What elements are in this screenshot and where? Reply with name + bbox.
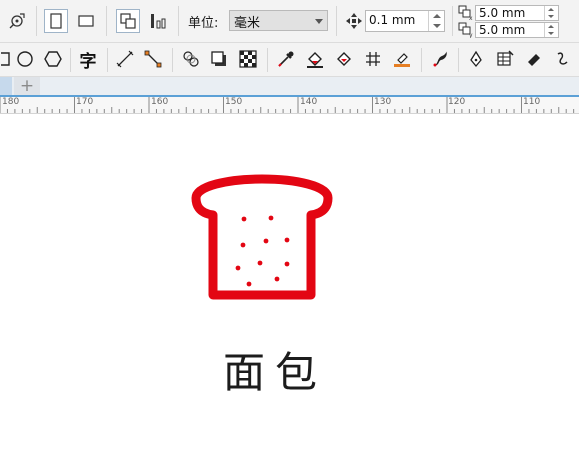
duplicate-x-input[interactable]: 5.0 mm — [475, 5, 559, 21]
polygon-tool-icon[interactable] — [42, 48, 64, 70]
eyedropper-tool-icon[interactable] — [275, 48, 297, 70]
nudge-icon — [344, 11, 364, 31]
drop-shadow-tool-icon[interactable] — [208, 48, 230, 70]
eraser-tool-icon[interactable] — [523, 48, 545, 70]
property-bar: 单位: 毫米 0.1 mm x 5.0 mm y 5.0 mm — [0, 0, 579, 43]
horizontal-ruler: 180 170 160 150 140 130 120 110 — [0, 97, 579, 114]
freehand-tool-icon[interactable] — [552, 48, 574, 70]
text-tool-icon[interactable]: 字 — [76, 48, 100, 72]
duplicate-x-value: 5.0 mm — [479, 6, 526, 20]
dimension-tool-icon[interactable] — [114, 48, 136, 70]
nudge-distance-input[interactable]: 0.1 mm — [365, 10, 445, 32]
unit-select-value: 毫米 — [234, 16, 261, 31]
ellipse-tool-icon[interactable] — [14, 48, 36, 70]
artistic-media-tool-icon[interactable] — [429, 48, 451, 70]
all-pages-button[interactable] — [116, 9, 140, 33]
blend-tool-icon[interactable] — [180, 48, 202, 70]
document-tab[interactable] — [0, 77, 12, 95]
duplicate-y-icon: y — [458, 22, 474, 38]
unit-select[interactable]: 毫米 — [229, 10, 328, 31]
smart-fill-tool-icon[interactable] — [333, 48, 355, 70]
caption-text[interactable]: 面包 — [223, 339, 327, 400]
ruler-label: 180 — [2, 97, 20, 107]
svg-text:y: y — [469, 32, 473, 38]
nudge-distance-value: 0.1 mm — [369, 13, 416, 27]
duplicate-y-value: 5.0 mm — [479, 23, 526, 37]
current-page-button[interactable] — [146, 9, 170, 33]
chevron-down-icon — [315, 19, 323, 24]
duplicate-x-spinner[interactable] — [544, 6, 558, 20]
nudge-spinner[interactable] — [428, 11, 444, 31]
ruler-label: 150 — [225, 97, 243, 107]
document-tab-strip: + — [0, 77, 579, 95]
add-page-button[interactable]: + — [14, 77, 40, 95]
interactive-fill-tool-icon[interactable] — [304, 48, 326, 70]
table-tool-icon[interactable] — [494, 48, 516, 70]
toolbox: 字 — [0, 43, 579, 77]
pen-tool-icon[interactable] — [465, 48, 487, 70]
ruler-label: 120 — [448, 97, 466, 107]
landscape-button[interactable] — [74, 9, 98, 33]
drawing-canvas[interactable]: 面包 — [0, 114, 579, 457]
ruler-label: 160 — [151, 97, 169, 107]
ruler-label: 170 — [76, 97, 94, 107]
bread-icon[interactable] — [0, 114, 579, 457]
unit-label: 单位: — [188, 16, 219, 31]
ruler-label: 130 — [374, 97, 392, 107]
ruler-label: 140 — [300, 97, 318, 107]
outline-pen-icon[interactable] — [391, 48, 413, 70]
svg-text:x: x — [469, 15, 473, 21]
ruler-label: 110 — [523, 97, 541, 107]
portrait-button[interactable] — [44, 9, 68, 33]
snap-icon[interactable] — [6, 10, 28, 32]
connector-tool-icon[interactable] — [142, 48, 164, 70]
rectangle-tool-icon[interactable] — [0, 49, 14, 69]
mesh-fill-tool-icon[interactable] — [362, 48, 384, 70]
duplicate-y-input[interactable]: 5.0 mm — [475, 22, 559, 38]
duplicate-y-spinner[interactable] — [544, 23, 558, 37]
duplicate-x-icon: x — [458, 5, 474, 21]
transparency-tool-icon[interactable] — [237, 48, 259, 70]
